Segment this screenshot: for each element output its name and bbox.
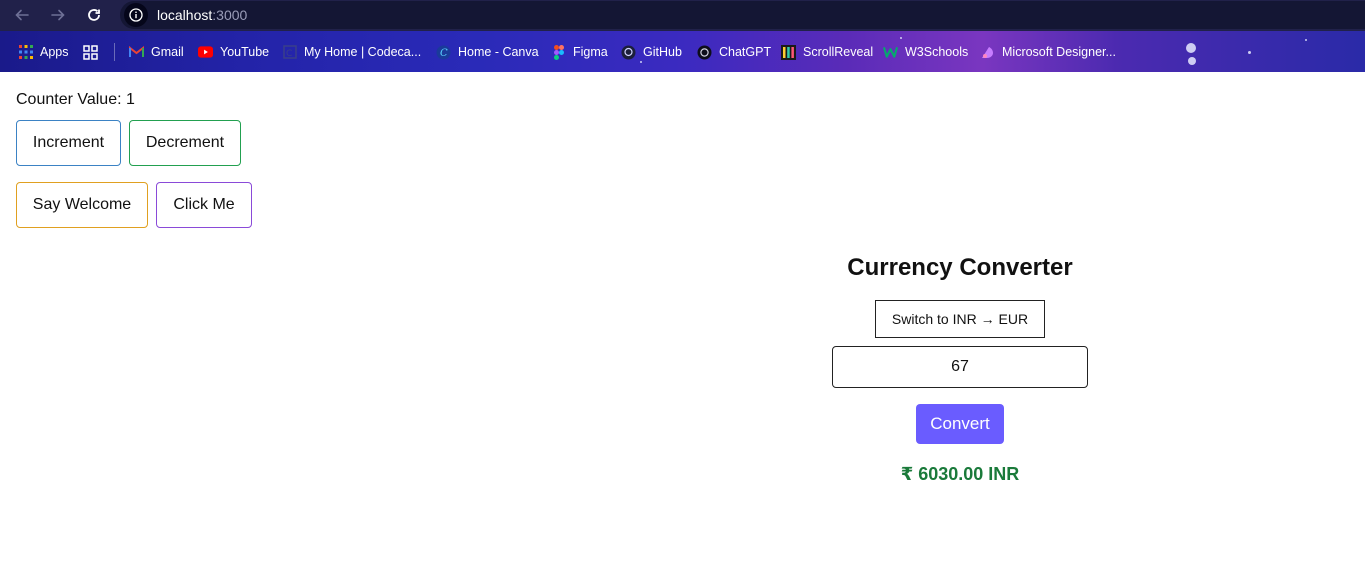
bookmarks-separator	[114, 43, 115, 61]
url-text: localhost:3000	[157, 7, 248, 23]
bookmark-gmail[interactable]: Gmail	[129, 42, 184, 62]
bookmark-apps[interactable]: Apps	[18, 42, 69, 62]
bookmark-microsoft-designer[interactable]: Microsoft Designer...	[980, 42, 1116, 62]
apps-grid-icon	[18, 45, 33, 60]
reload-icon	[88, 9, 100, 21]
w3schools-icon	[883, 45, 898, 60]
canva-icon: C	[436, 45, 451, 60]
switch-currency-button[interactable]: Switch to INR → EUR	[875, 300, 1045, 338]
arrow-right-icon	[51, 9, 65, 21]
chatgpt-icon	[697, 45, 712, 60]
bookmark-tab-groups[interactable]	[83, 42, 105, 62]
github-icon	[621, 45, 636, 60]
conversion-result: ₹ 6030.00 INR	[900, 464, 1020, 484]
click-me-button[interactable]: Click Me	[156, 182, 252, 228]
bookmarks-bar: Apps Gmail YouTube C My Home | Codeca...…	[0, 31, 1365, 72]
figma-icon	[551, 44, 566, 60]
bookmark-canva[interactable]: C Home - Canva	[436, 42, 539, 62]
gmail-icon	[129, 45, 144, 60]
reload-button[interactable]	[82, 3, 106, 27]
page-content: Counter Value: 1 Increment Decrement Say…	[0, 72, 1365, 562]
bookmark-scrollreveal[interactable]: ScrollReveal	[781, 42, 873, 62]
svg-text:C: C	[286, 49, 292, 59]
tab-groups-icon	[83, 44, 98, 60]
bookmark-codecademy[interactable]: C My Home | Codeca...	[282, 42, 421, 62]
bookmark-w3schools[interactable]: W3Schools	[883, 42, 968, 62]
microsoft-designer-icon	[980, 45, 995, 60]
bookmark-chatgpt[interactable]: ChatGPT	[697, 42, 771, 62]
bookmark-youtube[interactable]: YouTube	[198, 42, 269, 62]
site-info-icon[interactable]	[124, 3, 148, 27]
address-bar[interactable]: localhost:3000	[120, 1, 1365, 29]
back-button[interactable]	[10, 3, 34, 27]
amount-input[interactable]	[832, 346, 1088, 388]
bookmark-figma[interactable]: Figma	[551, 42, 608, 62]
bookmark-github[interactable]: GitHub	[621, 42, 682, 62]
browser-toolbar: localhost:3000	[0, 0, 1365, 31]
increment-button[interactable]: Increment	[16, 120, 121, 166]
scrollreveal-icon	[781, 44, 796, 60]
say-welcome-button[interactable]: Say Welcome	[16, 182, 148, 228]
decrement-button[interactable]: Decrement	[129, 120, 241, 166]
codecademy-icon: C	[282, 45, 297, 60]
currency-converter-title: Currency Converter	[847, 254, 1073, 281]
forward-button[interactable]	[46, 3, 70, 27]
svg-text:C: C	[440, 48, 448, 59]
convert-button[interactable]: Convert	[916, 404, 1004, 444]
arrow-left-icon	[15, 9, 29, 21]
counter-value-label: Counter Value: 1	[16, 91, 135, 108]
youtube-icon	[198, 45, 213, 60]
